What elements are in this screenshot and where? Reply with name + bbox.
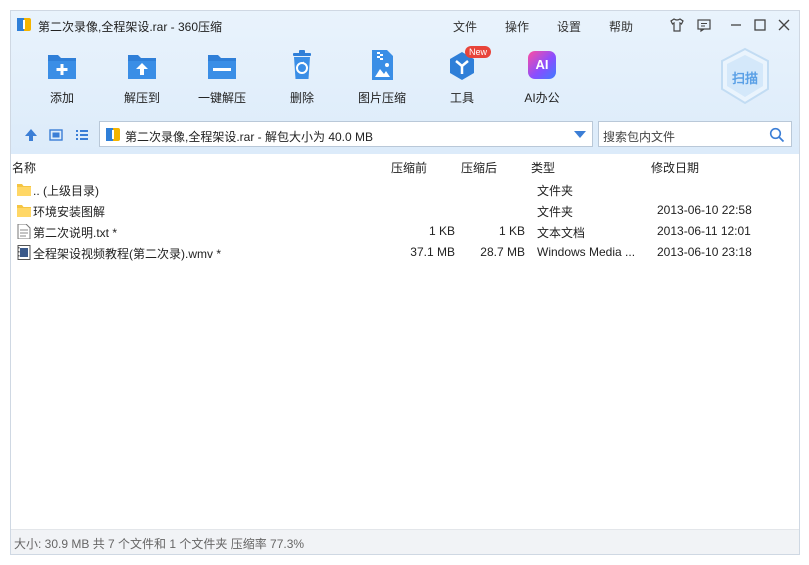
list-view-icon[interactable]: [74, 127, 90, 143]
file-modified: 2013-06-10 23:18: [657, 245, 752, 259]
file-modified: 2013-06-10 22:58: [657, 203, 752, 217]
status-text: 大小: 30.9 MB 共 7 个文件和 1 个文件夹 压缩率 77.3%: [14, 537, 305, 551]
file-type: Windows Media ...: [537, 245, 636, 259]
file-size-after: 1 KB: [498, 224, 525, 238]
close-icon[interactable]: [776, 17, 792, 33]
column-header-row: 名称 压缩前 压缩后 类型 修改日期: [11, 157, 799, 177]
menu-settings[interactable]: 设置: [557, 18, 581, 35]
file-name: 第二次说明.txt *: [33, 226, 118, 240]
menu-operate[interactable]: 操作: [505, 18, 529, 35]
rar-archive-icon: [106, 128, 120, 141]
search-icon[interactable]: [769, 127, 785, 143]
ai-office-icon: AI: [528, 51, 556, 79]
ai-glyph: AI: [535, 57, 549, 72]
extract-to-icon: [128, 55, 156, 79]
thumbnail-view-icon[interactable]: [48, 127, 64, 143]
video-file-icon: [17, 245, 31, 260]
add-button-label: 添加: [49, 91, 74, 105]
file-size-after: 28.7 MB: [480, 245, 525, 259]
search-input[interactable]: 搜索包内文件: [598, 121, 792, 147]
delete-icon: [293, 50, 311, 79]
archive-app-icon: [17, 18, 31, 31]
list-item[interactable]: .. (上级目录) 文件夹: [11, 179, 799, 200]
app-window: 第二次录像,全程架设.rar - 360压缩 文件 操作 设置 帮助 添加 解压…: [10, 10, 800, 555]
list-item[interactable]: 全程架设视频教程(第二次录).wmv * 37.1 MB 28.7 MB Win…: [11, 242, 799, 263]
scan-button[interactable]: 扫描: [719, 47, 771, 105]
image-compress-icon: [372, 50, 393, 80]
list-item[interactable]: 第二次说明.txt * 1 KB 1 KB 文本文档 2013-06-11 12…: [11, 221, 799, 242]
delete-button-label: 删除: [289, 91, 314, 105]
path-bar[interactable]: 第二次录像,全程架设.rar - 解包大小为 40.0 MB: [99, 121, 593, 147]
add-icon: [48, 55, 76, 79]
file-name: 环境安装图解: [33, 205, 106, 219]
ai-office-button[interactable]: AI AI办公: [509, 47, 575, 109]
folder-icon: [17, 205, 31, 217]
one-click-extract-icon: [208, 55, 236, 79]
path-text: 第二次录像,全程架设.rar - 解包大小为 40.0 MB: [125, 130, 374, 144]
search-placeholder: 搜索包内文件: [603, 130, 676, 144]
one-click-extract-button-label: 一键解压: [197, 91, 246, 105]
extract-to-button-label: 解压到: [123, 91, 160, 105]
file-name: .. (上级目录): [33, 184, 99, 198]
text-file-icon: [17, 224, 31, 239]
file-modified: 2013-06-11 12:01: [657, 224, 751, 238]
navigation-bar: 第二次录像,全程架设.rar - 解包大小为 40.0 MB 搜索包内文件: [11, 118, 799, 154]
file-type: 文件夹: [537, 205, 574, 219]
file-size-before: 1 KB: [428, 224, 455, 238]
toolbar-area: 第二次录像,全程架设.rar - 360压缩 文件 操作 设置 帮助 添加 解压…: [11, 11, 799, 154]
delete-button[interactable]: 删除: [269, 47, 335, 109]
extract-to-button[interactable]: 解压到: [109, 47, 175, 109]
window-title: 第二次录像,全程架设.rar - 360压缩: [38, 20, 223, 34]
column-modified[interactable]: 修改日期: [651, 159, 699, 176]
status-bar: 大小: 30.9 MB 共 7 个文件和 1 个文件夹 压缩率 77.3%: [11, 529, 799, 554]
list-item[interactable]: 环境安装图解 文件夹 2013-06-10 22:58: [11, 200, 799, 221]
maximize-icon[interactable]: [752, 17, 768, 33]
scan-label: 扫描: [731, 71, 758, 86]
tools-button[interactable]: New 工具: [429, 46, 495, 109]
path-dropdown-icon[interactable]: [574, 131, 586, 138]
file-size-before: 37.1 MB: [410, 245, 455, 259]
menu-help[interactable]: 帮助: [609, 18, 633, 35]
tools-button-label: 工具: [449, 91, 474, 105]
ai-office-button-label: AI办公: [524, 91, 560, 105]
title-bar: 第二次录像,全程架设.rar - 360压缩 文件 操作 设置 帮助: [11, 11, 799, 39]
file-name: 全程架设视频教程(第二次录).wmv *: [33, 247, 221, 261]
image-compress-button-label: 图片压缩: [357, 91, 406, 105]
column-size-before[interactable]: 压缩前: [391, 159, 427, 176]
one-click-extract-button[interactable]: 一键解压: [189, 47, 255, 109]
add-button[interactable]: 添加: [29, 47, 95, 109]
image-compress-button[interactable]: 图片压缩: [349, 47, 415, 109]
feedback-icon[interactable]: [696, 17, 712, 33]
column-type[interactable]: 类型: [531, 159, 555, 176]
file-type: 文本文档: [537, 226, 586, 240]
skin-shirt-icon[interactable]: [669, 17, 685, 33]
menu-file[interactable]: 文件: [453, 18, 477, 35]
minimize-icon[interactable]: [728, 17, 744, 33]
column-name[interactable]: 名称: [12, 159, 36, 176]
file-type: 文件夹: [537, 184, 574, 198]
folder-icon: [17, 184, 31, 196]
up-arrow-icon[interactable]: [23, 127, 39, 143]
column-size-after[interactable]: 压缩后: [461, 159, 497, 176]
new-badge: New: [465, 46, 492, 58]
